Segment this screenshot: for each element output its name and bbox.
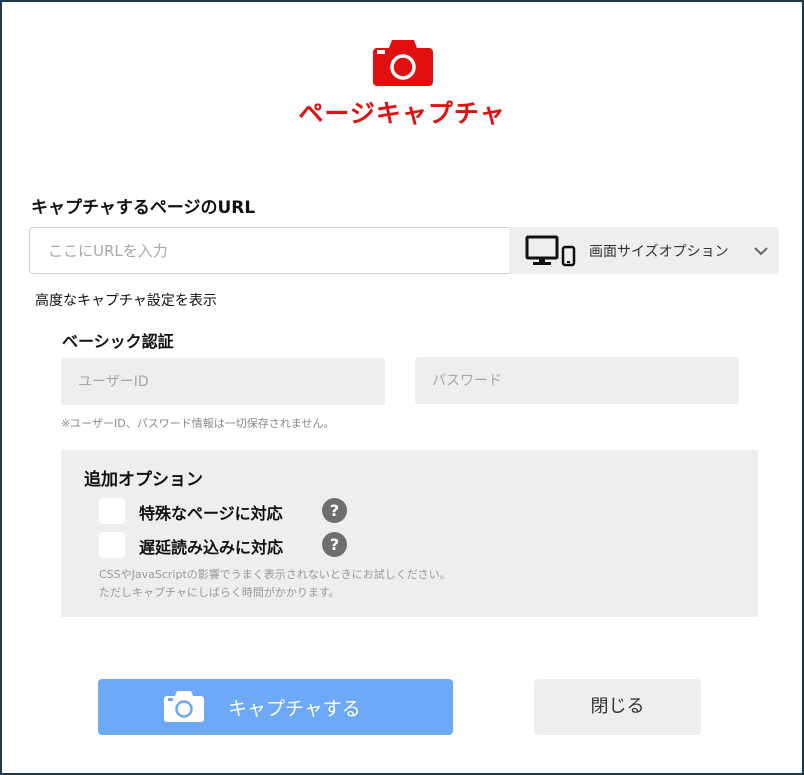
extra-options-note-line: ただしキャプチャにしばらく時間がかかります。: [99, 586, 340, 599]
camera-icon: [164, 691, 204, 722]
url-section-label: キャプチャするページのURL: [31, 198, 256, 218]
show-advanced-settings-link[interactable]: 高度なキャプチャ設定を表示: [35, 290, 217, 310]
extra-options-title: 追加オプション: [84, 470, 203, 490]
extra-options-note: CSSやJavaScriptの影響でうまく表示されないときにお試しください。 た…: [99, 566, 451, 602]
url-input[interactable]: [29, 227, 509, 274]
special-page-checkbox[interactable]: [99, 498, 125, 524]
capture-button-label: キャプチャする: [228, 698, 361, 720]
screen-size-option-label: 画面サイズオプション: [589, 244, 729, 260]
help-icon[interactable]: ?: [322, 498, 347, 523]
lazy-load-label[interactable]: 遅延読み込みに対応: [139, 534, 283, 558]
chevron-down-icon: [754, 247, 768, 256]
lazy-load-checkbox[interactable]: [99, 532, 125, 558]
devices-icon: [525, 235, 576, 267]
close-button[interactable]: 閉じる: [534, 679, 701, 735]
screen-size-option-dropdown[interactable]: 画面サイズオプション: [509, 227, 779, 274]
help-icon[interactable]: ?: [322, 532, 347, 557]
capture-button[interactable]: キャプチャする: [98, 679, 453, 735]
user-id-input[interactable]: [61, 358, 385, 405]
camera-icon: [373, 40, 433, 86]
password-input[interactable]: [415, 357, 739, 404]
capture-dialog: ページキャプチャ キャプチャするページのURL 画面サイズオプション 高度なキャ…: [0, 0, 804, 775]
app-title: ページキャプチャ: [298, 99, 506, 128]
extra-options-note-line: CSSやJavaScriptの影響でうまく表示されないときにお試しください。: [99, 568, 451, 581]
basic-auth-title: ベーシック認証: [62, 332, 174, 351]
special-page-label[interactable]: 特殊なページに対応: [139, 500, 283, 524]
auth-note: ※ユーザーID、パスワード情報は一切保存されません。: [61, 417, 335, 430]
